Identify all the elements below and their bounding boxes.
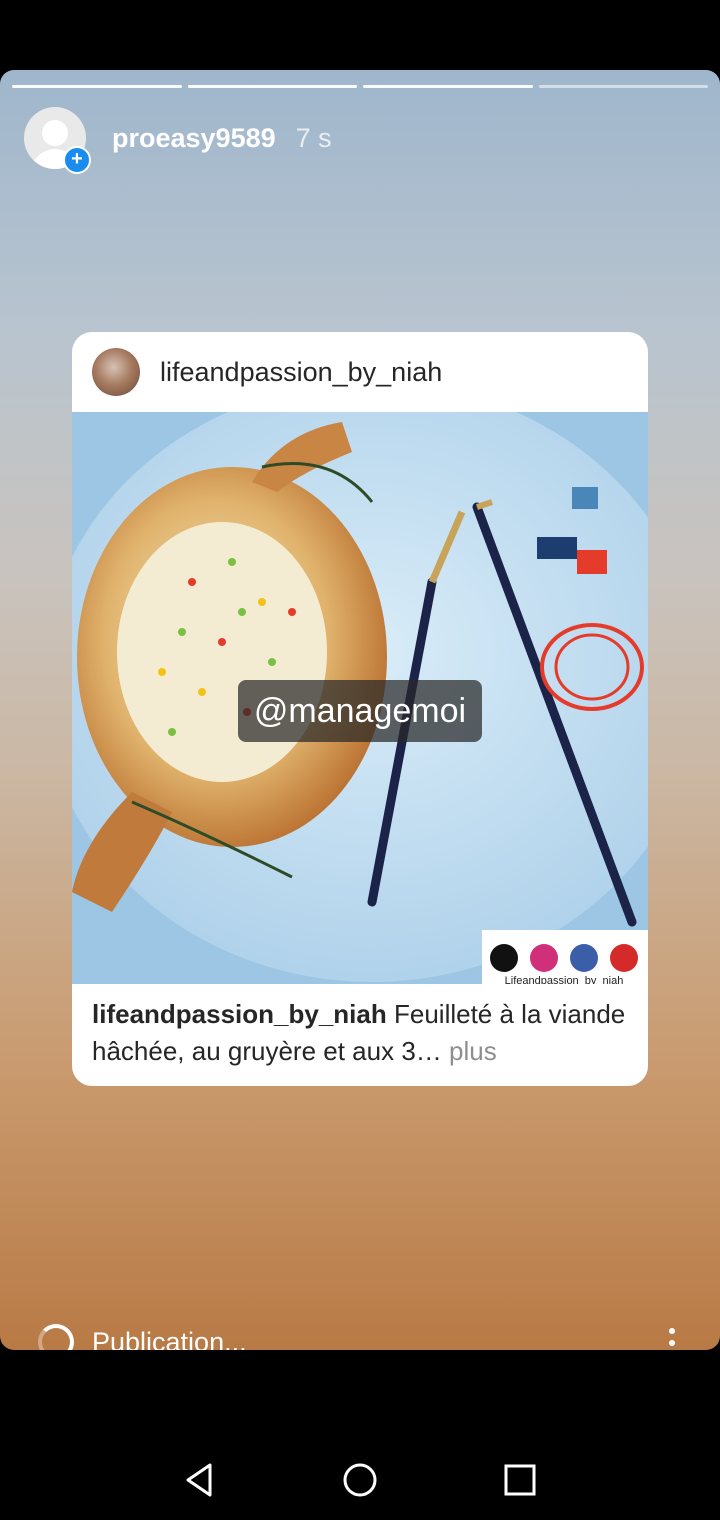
loading-spinner-icon: [38, 1324, 74, 1350]
android-navigation-bar: [0, 1440, 720, 1520]
progress-segment: [538, 85, 708, 88]
story-username[interactable]: proeasy9589: [112, 123, 276, 154]
post-username: lifeandpassion_by_niah: [160, 356, 443, 387]
caption-username: lifeandpassion_by_niah: [92, 999, 387, 1029]
mention-sticker[interactable]: @managemoi: [238, 680, 482, 742]
recent-square-icon[interactable]: [500, 1460, 540, 1500]
post-photo-watermark: Lifeandpassion_by_niah: [505, 975, 624, 984]
progress-segment: [363, 85, 533, 88]
caption-more-link[interactable]: plus: [449, 1036, 497, 1066]
post-header: lifeandpassion_by_niah: [72, 332, 648, 412]
story-footer: Publication...: [38, 1324, 247, 1350]
progress-segment: [187, 85, 357, 88]
home-circle-icon[interactable]: [340, 1460, 380, 1500]
story-time: 7 s: [295, 122, 332, 153]
more-vertical-icon[interactable]: [662, 1328, 682, 1350]
post-caption[interactable]: lifeandpassion_by_niah Feuilleté à la vi…: [92, 996, 628, 1070]
progress-segment: [12, 85, 182, 88]
story-progress-bar: [12, 85, 708, 88]
back-triangle-icon[interactable]: [180, 1460, 220, 1500]
post-avatar: [92, 348, 140, 396]
publishing-status: Publication...: [92, 1326, 247, 1351]
story-view[interactable]: proeasy9589 7 s + lifeandpassion_by_niah: [0, 70, 720, 1350]
plus-icon[interactable]: +: [63, 146, 91, 174]
